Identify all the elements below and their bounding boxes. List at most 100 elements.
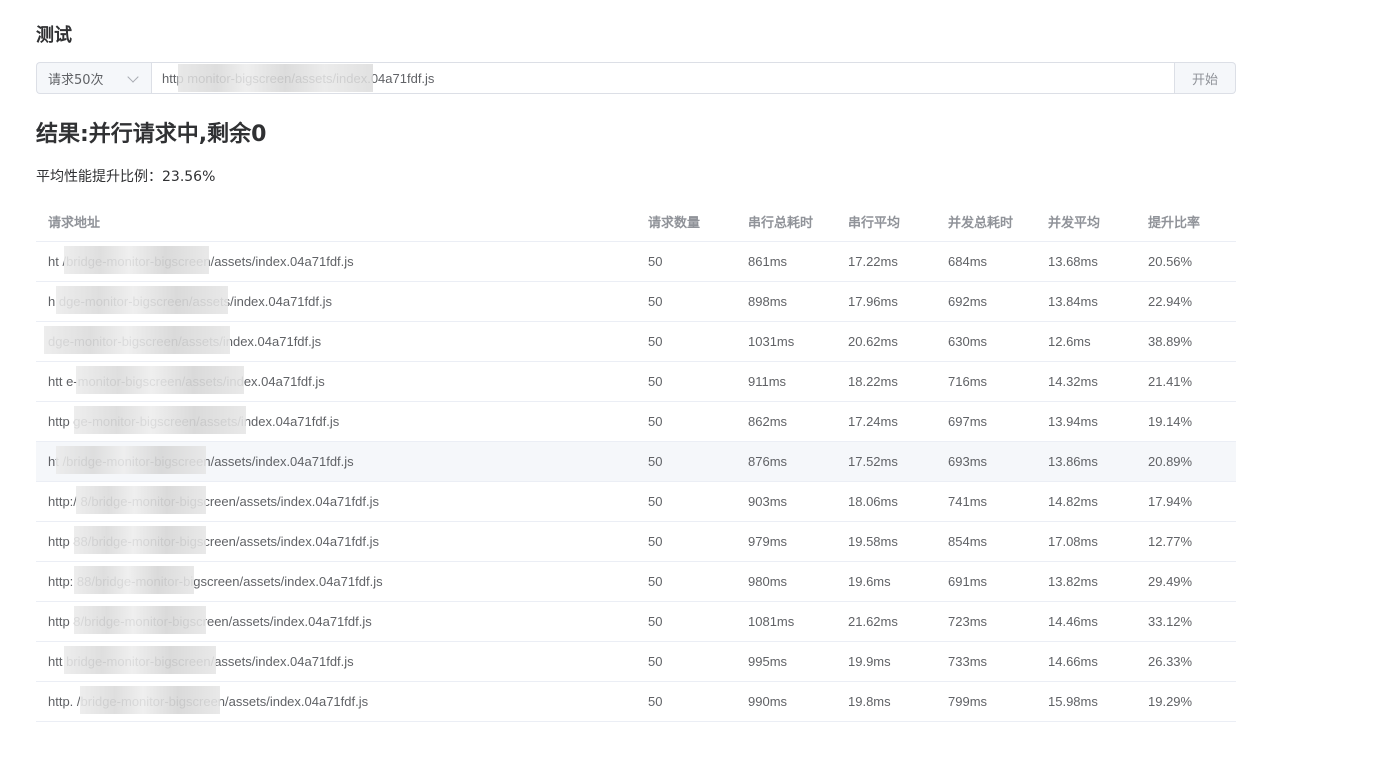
cell-ratio: 20.89% (1148, 454, 1193, 469)
cell-serial-avg: 19.6ms (848, 574, 891, 589)
cell-serial-total: 862ms (748, 414, 788, 429)
table-row[interactable]: http 8/bridge-monitor-bigscreen/assets/i… (36, 602, 1236, 642)
redacted-blur (56, 446, 206, 474)
redacted-blur (74, 526, 206, 554)
cell-url: http 8/bridge-monitor-bigscreen/assets/i… (36, 606, 636, 634)
cell-serial-total: 980ms (748, 574, 788, 589)
redacted-blur (64, 246, 209, 274)
cell-parallel-total: 693ms (948, 454, 988, 469)
cell-serial-total: 979ms (748, 534, 788, 549)
cell-url: http. /bridge-monitor-bigscreen/assets/i… (36, 686, 636, 714)
cell-url: h dge-monitor-bigscreen/assets/index.04a… (36, 286, 636, 314)
cell-serial-avg: 18.06ms (848, 494, 898, 509)
cell-serial-avg: 19.9ms (848, 654, 891, 669)
header-parallel-total: 并发总耗时 (948, 216, 1014, 231)
redacted-blur (76, 366, 244, 394)
cell-parallel-avg: 17.08ms (1048, 534, 1098, 549)
redacted-blur (44, 326, 230, 354)
cell-parallel-total: 697ms (948, 414, 988, 429)
cell-parallel-total: 630ms (948, 334, 988, 349)
table-row[interactable]: htt e-monitor-bigscreen/assets/index.04a… (36, 362, 1236, 402)
cell-parallel-total: 799ms (948, 694, 988, 709)
table-row[interactable]: ht /bridge-monitor-bigscreen/assets/inde… (36, 242, 1236, 282)
cell-ratio: 22.94% (1148, 294, 1193, 309)
cell-serial-avg: 19.8ms (848, 694, 891, 709)
page: 测试 请求50次 开始 结果:并行请求中,剩余0 平均性能提升比例：23.56%… (0, 0, 1377, 767)
chevron-down-icon (127, 71, 139, 83)
table-row[interactable]: htt bridge-monitor-bigscreen/assets/inde… (36, 642, 1236, 682)
cell-url: http 88/bridge-monitor-bigscreen/assets/… (36, 526, 636, 554)
redacted-blur (80, 686, 220, 714)
cell-count: 50 (648, 494, 663, 509)
cell-parallel-avg: 14.46ms (1048, 614, 1098, 629)
cell-parallel-total: 716ms (948, 374, 988, 389)
cell-serial-avg: 17.52ms (848, 454, 898, 469)
page-title: 测试 (36, 25, 72, 46)
cell-serial-avg: 20.62ms (848, 334, 898, 349)
redacted-blur (74, 606, 206, 634)
table-row[interactable]: ht /bridge-monitor-bigscreen/assets/inde… (36, 442, 1236, 482)
header-count: 请求数量 (648, 216, 701, 231)
table-row[interactable]: http:/ 8/bridge-monitor-bigscreen/assets… (36, 482, 1236, 522)
cell-serial-total: 876ms (748, 454, 788, 469)
cell-serial-avg: 17.22ms (848, 254, 898, 269)
cell-parallel-total: 854ms (948, 534, 988, 549)
table-row[interactable]: h dge-monitor-bigscreen/assets/index.04a… (36, 282, 1236, 322)
table-row[interactable]: http. /bridge-monitor-bigscreen/assets/i… (36, 682, 1236, 722)
cell-url: http: 88/bridge-monitor-bigscreen/assets… (36, 566, 636, 594)
table-row[interactable]: dge-monitor-bigscreen/assets/index.04a71… (36, 322, 1236, 362)
cell-ratio: 19.14% (1148, 414, 1193, 429)
header-serial-total: 串行总耗时 (748, 216, 814, 231)
table-row[interactable]: http ge-monitor-bigscreen/assets/index.0… (36, 402, 1236, 442)
cell-count: 50 (648, 254, 663, 269)
redacted-blur (76, 486, 206, 514)
header-ratio: 提升比率 (1148, 216, 1201, 231)
request-count-select-value: 请求50次 (48, 72, 104, 88)
cell-serial-total: 1031ms (748, 334, 795, 349)
cell-count: 50 (648, 574, 663, 589)
header-parallel-avg: 并发平均 (1048, 216, 1101, 231)
cell-ratio: 19.29% (1148, 694, 1193, 709)
redacted-blur (64, 646, 216, 674)
cell-ratio: 20.56% (1148, 254, 1193, 269)
start-button[interactable]: 开始 (1175, 62, 1236, 94)
cell-parallel-avg: 13.82ms (1048, 574, 1098, 589)
cell-url: http ge-monitor-bigscreen/assets/index.0… (36, 406, 636, 434)
cell-parallel-avg: 13.94ms (1048, 414, 1098, 429)
cell-parallel-avg: 13.84ms (1048, 294, 1098, 309)
cell-serial-total: 861ms (748, 254, 788, 269)
cell-count: 50 (648, 334, 663, 349)
cell-count: 50 (648, 454, 663, 469)
table-body: ht /bridge-monitor-bigscreen/assets/inde… (36, 242, 1236, 722)
cell-serial-total: 911ms (748, 374, 787, 389)
cell-ratio: 12.77% (1148, 534, 1193, 549)
cell-ratio: 38.89% (1148, 334, 1193, 349)
cell-serial-avg: 18.22ms (848, 374, 898, 389)
cell-url: htt e-monitor-bigscreen/assets/index.04a… (36, 366, 636, 394)
cell-serial-total: 898ms (748, 294, 788, 309)
cell-count: 50 (648, 694, 663, 709)
cell-count: 50 (648, 414, 663, 429)
cell-parallel-total: 692ms (948, 294, 988, 309)
cell-ratio: 29.49% (1148, 574, 1193, 589)
cell-ratio: 26.33% (1148, 654, 1193, 669)
average-improvement-text: 平均性能提升比例：23.56% (36, 169, 216, 185)
redacted-blur (178, 64, 373, 92)
cell-parallel-avg: 13.68ms (1048, 254, 1098, 269)
cell-serial-total: 995ms (748, 654, 788, 669)
cell-url: dge-monitor-bigscreen/assets/index.04a71… (36, 326, 636, 354)
cell-parallel-total: 723ms (948, 614, 988, 629)
request-count-select[interactable]: 请求50次 (36, 62, 151, 94)
cell-parallel-avg: 14.82ms (1048, 494, 1098, 509)
table-row[interactable]: http 88/bridge-monitor-bigscreen/assets/… (36, 522, 1236, 562)
cell-serial-total: 1081ms (748, 614, 795, 629)
cell-serial-avg: 21.62ms (848, 614, 898, 629)
cell-url: ht /bridge-monitor-bigscreen/assets/inde… (36, 446, 636, 474)
cell-parallel-avg: 13.86ms (1048, 454, 1098, 469)
cell-parallel-avg: 14.32ms (1048, 374, 1098, 389)
redacted-blur (74, 406, 246, 434)
cell-url: htt bridge-monitor-bigscreen/assets/inde… (36, 646, 636, 674)
cell-serial-avg: 17.96ms (848, 294, 898, 309)
cell-parallel-total: 741ms (948, 494, 988, 509)
table-row[interactable]: http: 88/bridge-monitor-bigscreen/assets… (36, 562, 1236, 602)
